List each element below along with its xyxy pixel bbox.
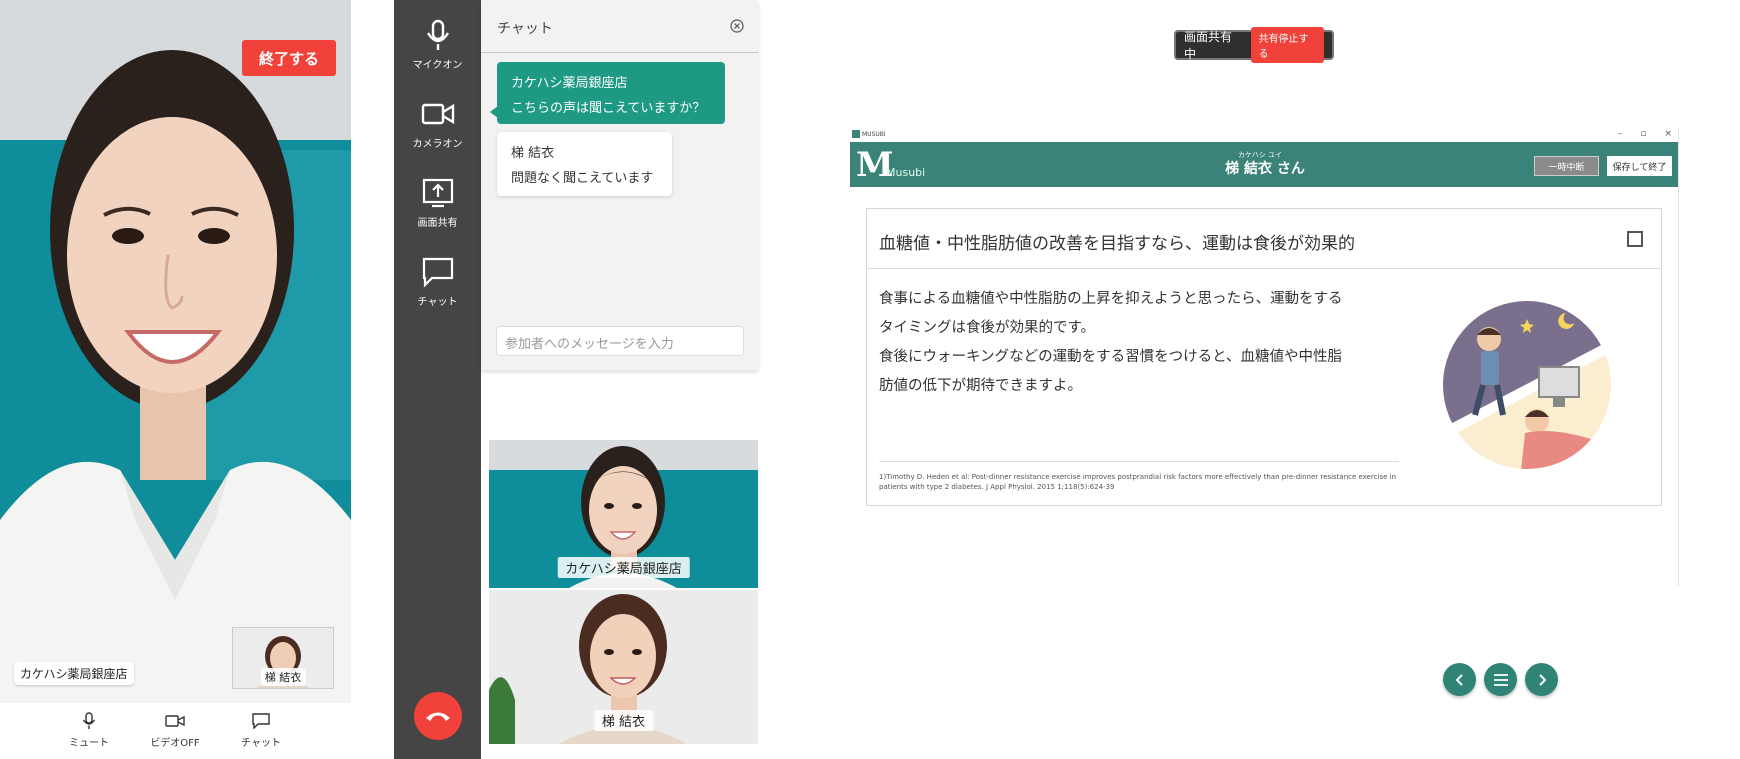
card-reference: 1)Timothy D. Heden et al: Post-dinner re… xyxy=(879,461,1399,492)
tile-name-label: カケハシ薬局銀座店 xyxy=(557,557,690,578)
message-text: 問題なく聞こえています xyxy=(511,171,654,186)
chevron-left-icon xyxy=(1455,673,1463,686)
divider xyxy=(1678,128,1679,586)
card-checkbox[interactable] xyxy=(1627,231,1643,247)
prev-page-button[interactable] xyxy=(1443,663,1476,696)
desktop-call-screen: マイクオン カメラオン 画面共有 チャット チャット カケハシ薬局銀座店 こちら… xyxy=(394,0,758,759)
screen-share-button[interactable]: 画面共有 xyxy=(394,176,481,229)
message-sender: カケハシ薬局銀座店 xyxy=(511,76,628,91)
chat-panel: チャット カケハシ薬局銀座店 こちらの声は聞こえていますか？ 梯 結衣 問題なく… xyxy=(481,0,758,370)
chat-message-sent: カケハシ薬局銀座店 こちらの声は聞こえていますか？ xyxy=(497,62,725,124)
message-text: こちらの声は聞こえていますか？ xyxy=(511,101,706,116)
mobile-control-bar: ミュート ビデオOFF チャット xyxy=(0,703,351,759)
camera-on-label: カメラオン xyxy=(412,139,463,150)
chat-header: チャット xyxy=(481,0,758,53)
message-sender: 梯 結衣 xyxy=(511,146,555,161)
remote-video xyxy=(0,0,351,703)
advice-card: 血糖値・中性脂肪値の改善を目指すなら、運動は食後が効果的 食事による血糖値や中性… xyxy=(866,208,1662,506)
close-icon[interactable] xyxy=(730,18,744,37)
video-tile-pharmacy: カケハシ薬局銀座店 xyxy=(489,440,758,588)
chevron-right-icon xyxy=(1538,673,1546,686)
body-line: 食後にウォーキングなどの運動をする習慣をつけると、血糖値や中性脂 xyxy=(879,349,1342,365)
call-sidebar: マイクオン カメラオン 画面共有 チャット xyxy=(394,0,481,759)
camera-on-button[interactable]: カメラオン xyxy=(394,97,481,150)
screen-share-icon xyxy=(422,178,453,208)
body-line: タイミングは食後が効果的です。 xyxy=(879,320,1096,336)
self-name-label: 梯 結衣 xyxy=(260,668,306,686)
reference-line: 1)Timothy D. Heden et al: Post-dinner re… xyxy=(879,473,1397,481)
desktop-chat-label: チャット xyxy=(417,297,458,308)
menu-button[interactable] xyxy=(1484,663,1517,696)
pause-button[interactable]: 一時中断 xyxy=(1534,156,1599,176)
window-titlebar: MUSUBI – ▫ × xyxy=(850,128,1678,142)
chat-title: チャット xyxy=(497,21,553,37)
hang-up-button[interactable] xyxy=(414,692,462,740)
mic-icon xyxy=(82,712,96,729)
minimize-icon[interactable]: – xyxy=(1618,129,1623,139)
video-off-button[interactable]: ビデオOFF xyxy=(140,711,210,749)
mic-icon xyxy=(426,19,449,50)
video-tile-patient: 梯 結衣 xyxy=(489,590,758,744)
hamburger-menu-icon xyxy=(1493,673,1508,686)
share-status-text: 画面共有中 xyxy=(1184,30,1233,61)
musubi-app-window: MUSUBI – ▫ × M Musubi カケハシ ユイ 梯 結衣 さん 一時… xyxy=(850,128,1678,696)
chat-icon xyxy=(422,257,453,287)
card-title: 血糖値・中性脂肪値の改善を目指すなら、運動は食後が効果的 xyxy=(879,234,1355,254)
mic-on-label: マイクオン xyxy=(412,60,463,71)
logo-text: Musubi xyxy=(886,166,926,179)
mic-on-button[interactable]: マイクオン xyxy=(394,18,481,71)
mobile-call-screen: 終了する カケハシ薬局銀座店 梯 結衣 ミュート ビデオOFF チャット xyxy=(0,0,351,759)
video-off-label: ビデオOFF xyxy=(150,738,200,749)
patient-name: 梯 結衣 さん xyxy=(1225,161,1305,177)
window-title: MUSUBI xyxy=(862,131,886,138)
app-header: M Musubi カケハシ ユイ 梯 結衣 さん 一時中断 保存して終了 xyxy=(850,142,1678,187)
screen-share-status-bar: 画面共有中 共有停止する xyxy=(1174,27,1334,63)
stop-sharing-button[interactable]: 共有停止する xyxy=(1250,27,1324,63)
body-line: 肪値の低下が期待できますよ。 xyxy=(879,378,1082,394)
screen-share-label: 画面共有 xyxy=(417,218,458,229)
close-icon[interactable]: × xyxy=(1664,129,1672,139)
tile-name-label: 梯 結衣 xyxy=(593,710,654,731)
video-icon xyxy=(165,715,185,727)
mute-button[interactable]: ミュート xyxy=(54,711,124,749)
end-call-button[interactable]: 終了する xyxy=(242,40,336,76)
save-and-exit-button[interactable]: 保存して終了 xyxy=(1607,156,1672,176)
reference-line: patients with type 2 diabetes. J Appl Ph… xyxy=(879,483,1115,491)
app-icon xyxy=(852,130,860,138)
chat-message-received: 梯 結衣 問題なく聞こえています xyxy=(497,132,672,196)
chat-message-input[interactable]: 参加者へのメッセージを入力 xyxy=(496,326,744,356)
body-line: 食事による血糖値や中性脂肪の上昇を抑えようと思ったら、運動をする xyxy=(879,291,1343,307)
hang-up-icon xyxy=(426,712,450,721)
mobile-chat-button[interactable]: チャット xyxy=(226,711,296,749)
self-video-thumbnail: 梯 結衣 xyxy=(232,627,334,689)
camera-icon xyxy=(421,103,454,125)
card-body-text: 食事による血糖値や中性脂肪の上昇を抑えようと思ったら、運動をする タイミングは食… xyxy=(879,285,1389,401)
pharmacist-photo xyxy=(0,0,351,703)
remote-name-label: カケハシ薬局銀座店 xyxy=(14,662,134,685)
next-page-button[interactable] xyxy=(1525,663,1558,696)
restore-icon[interactable]: ▫ xyxy=(1640,129,1646,139)
desktop-chat-button[interactable]: チャット xyxy=(394,255,481,308)
mobile-chat-label: チャット xyxy=(241,738,281,749)
card-header: 血糖値・中性脂肪値の改善を目指すなら、運動は食後が効果的 xyxy=(867,209,1661,269)
walking-after-meal-illustration xyxy=(1443,301,1611,469)
mute-label: ミュート xyxy=(69,738,109,749)
chat-icon xyxy=(252,713,270,729)
